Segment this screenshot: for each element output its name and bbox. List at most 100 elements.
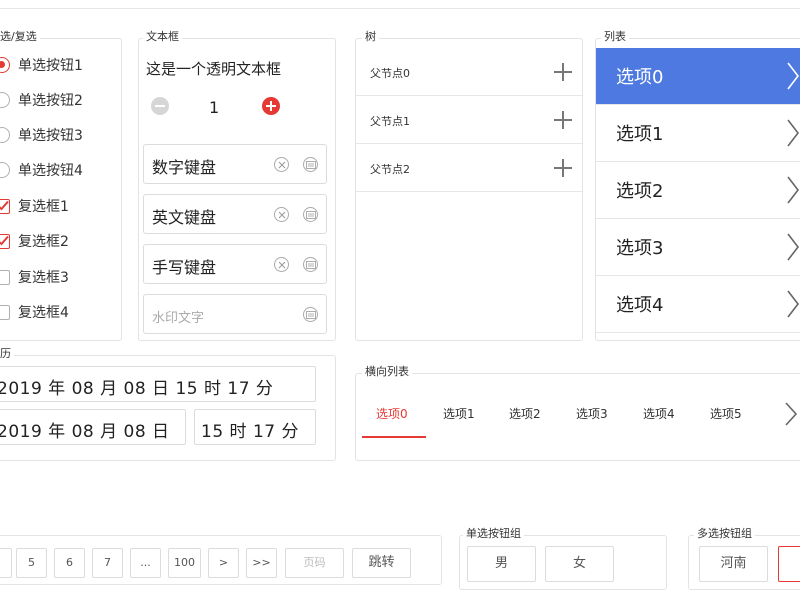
hlist-item-0[interactable]: 选项0: [376, 405, 408, 422]
hlist-item-4[interactable]: 选项4: [643, 405, 675, 422]
tree-panel-title: 树: [362, 30, 379, 44]
checkbox-option-3[interactable]: 复选框3: [0, 266, 69, 288]
hlist-item-2[interactable]: 选项2: [509, 405, 541, 422]
checkbox-checked-icon: [0, 233, 10, 249]
radio-option-2[interactable]: 单选按钮2: [0, 89, 83, 111]
field-placeholder: 水印文字: [152, 311, 205, 326]
hlist-active-underline: [362, 436, 426, 438]
clear-icon[interactable]: [274, 257, 289, 272]
tree-node-label: 父节点2: [370, 163, 410, 176]
radio-label: 单选按钮4: [18, 163, 83, 179]
radio-unchecked-icon: [0, 92, 10, 108]
handwriting-keyboard-field[interactable]: 手写键盘: [143, 244, 327, 284]
chevron-right-icon: [787, 233, 800, 261]
checkbox-option-1[interactable]: 复选框1: [0, 195, 69, 217]
checkbox-label: 复选框3: [18, 270, 69, 286]
hlist-chevron-right-icon[interactable]: [784, 401, 798, 427]
hlist-item-3[interactable]: 选项3: [576, 405, 608, 422]
expand-plus-icon[interactable]: [554, 159, 572, 177]
radio-checkbox-panel: [0, 38, 122, 341]
checkbox-label: 复选框2: [18, 234, 69, 250]
radio-group-title: 单选按钮组: [463, 527, 524, 541]
datetime-picker[interactable]: 2019 年 08 月 08 日 15 时 17 分: [0, 366, 316, 402]
pager-page-100[interactable]: 100: [168, 548, 201, 578]
tree-node-label: 父节点0: [370, 67, 410, 80]
horizontal-list-panel-title: 横向列表: [362, 365, 412, 379]
hlist-item-5[interactable]: 选项5: [710, 405, 742, 422]
tree-node-2[interactable]: 父节点2: [356, 144, 582, 192]
keyboard-icon[interactable]: [303, 207, 318, 222]
chevron-right-icon: [787, 290, 800, 318]
checkbox-unchecked-icon: [0, 304, 10, 320]
radio-option-4[interactable]: 单选按钮4: [0, 159, 83, 181]
field-value: 数字键盘: [152, 158, 217, 177]
watermark-field[interactable]: 水印文字: [143, 294, 327, 334]
date-value: 2019 年 08 月 08 日: [0, 422, 170, 442]
radio-option-3[interactable]: 单选按钮3: [0, 124, 83, 146]
list-item-label: 选项1: [616, 124, 664, 145]
pager-jump-button[interactable]: 跳转: [352, 548, 411, 578]
keyboard-icon[interactable]: [303, 157, 318, 172]
list-panel-title: 列表: [601, 30, 629, 44]
keyboard-icon[interactable]: [303, 257, 318, 272]
english-keyboard-field[interactable]: 英文键盘: [143, 194, 327, 234]
list-item-4[interactable]: 选项4: [596, 276, 800, 333]
radio-checkbox-panel-title: 选/复选: [0, 30, 40, 44]
radio-checked-icon: [0, 57, 10, 73]
pager-ellipsis: ...: [130, 548, 161, 578]
list-item-3[interactable]: 选项3: [596, 219, 800, 276]
chevron-right-icon: [787, 62, 800, 90]
multi-group-option-henan[interactable]: 河南: [699, 546, 768, 582]
top-divider: [0, 8, 800, 9]
pager-page-7[interactable]: 7: [92, 548, 123, 578]
radio-group-option-female[interactable]: 女: [545, 546, 614, 582]
pager-page-6[interactable]: 6: [54, 548, 85, 578]
pager-next-button[interactable]: >: [208, 548, 239, 578]
field-value: 手写键盘: [152, 258, 217, 277]
stepper-plus-button[interactable]: [262, 97, 280, 115]
radio-option-1[interactable]: 单选按钮1: [0, 54, 83, 76]
keyboard-icon[interactable]: [303, 307, 318, 322]
tree-node-label: 父节点1: [370, 115, 410, 128]
tree-node-0[interactable]: 父节点0: [356, 48, 582, 96]
radio-unchecked-icon: [0, 127, 10, 143]
stepper-value[interactable]: 1: [209, 98, 219, 117]
checkbox-unchecked-icon: [0, 269, 10, 285]
list-item-2[interactable]: 选项2: [596, 162, 800, 219]
list-item-1[interactable]: 选项1: [596, 105, 800, 162]
checkbox-option-2[interactable]: 复选框2: [0, 230, 69, 252]
calendar-panel-title: 历: [0, 347, 14, 361]
datetime-value: 2019 年 08 月 08 日 15 时 17 分: [0, 379, 274, 399]
textbox-panel-title: 文本框: [143, 30, 182, 44]
clear-icon[interactable]: [274, 207, 289, 222]
pager-prev-partial[interactable]: [0, 548, 12, 578]
list-item-label: 选项0: [616, 67, 664, 88]
field-value: 英文键盘: [152, 208, 217, 227]
hlist-item-1[interactable]: 选项1: [443, 405, 475, 422]
checkbox-checked-icon: [0, 198, 10, 214]
list-panel: 选项0 选项1 选项2 选项3 选项4: [595, 38, 800, 341]
tree-node-1[interactable]: 父节点1: [356, 96, 582, 144]
checkbox-option-4[interactable]: 复选框4: [0, 301, 69, 323]
clear-icon[interactable]: [274, 157, 289, 172]
date-picker[interactable]: 2019 年 08 月 08 日: [0, 409, 186, 445]
chevron-right-icon: [787, 176, 800, 204]
radio-label: 单选按钮2: [18, 93, 83, 109]
radio-label: 单选按钮3: [18, 128, 83, 144]
radio-unchecked-icon: [0, 162, 10, 178]
multi-group-option-selected-partial[interactable]: [778, 546, 800, 582]
numeric-keyboard-field[interactable]: 数字键盘: [143, 144, 327, 184]
expand-plus-icon[interactable]: [554, 111, 572, 129]
list-item-0[interactable]: 选项0: [596, 48, 800, 105]
checkbox-label: 复选框1: [18, 199, 69, 215]
multi-group-title: 多选按钮组: [694, 527, 755, 541]
pager-page-5[interactable]: 5: [16, 548, 47, 578]
radio-group-option-male[interactable]: 男: [467, 546, 536, 582]
pager-last-button[interactable]: >>: [246, 548, 277, 578]
list-item-label: 选项2: [616, 181, 664, 202]
stepper-minus-button[interactable]: [151, 97, 169, 115]
pager-page-input[interactable]: 页码: [285, 548, 344, 578]
transparent-textbox[interactable]: 这是一个透明文本框: [146, 58, 281, 79]
time-picker[interactable]: 15 时 17 分: [194, 409, 316, 445]
expand-plus-icon[interactable]: [554, 63, 572, 81]
